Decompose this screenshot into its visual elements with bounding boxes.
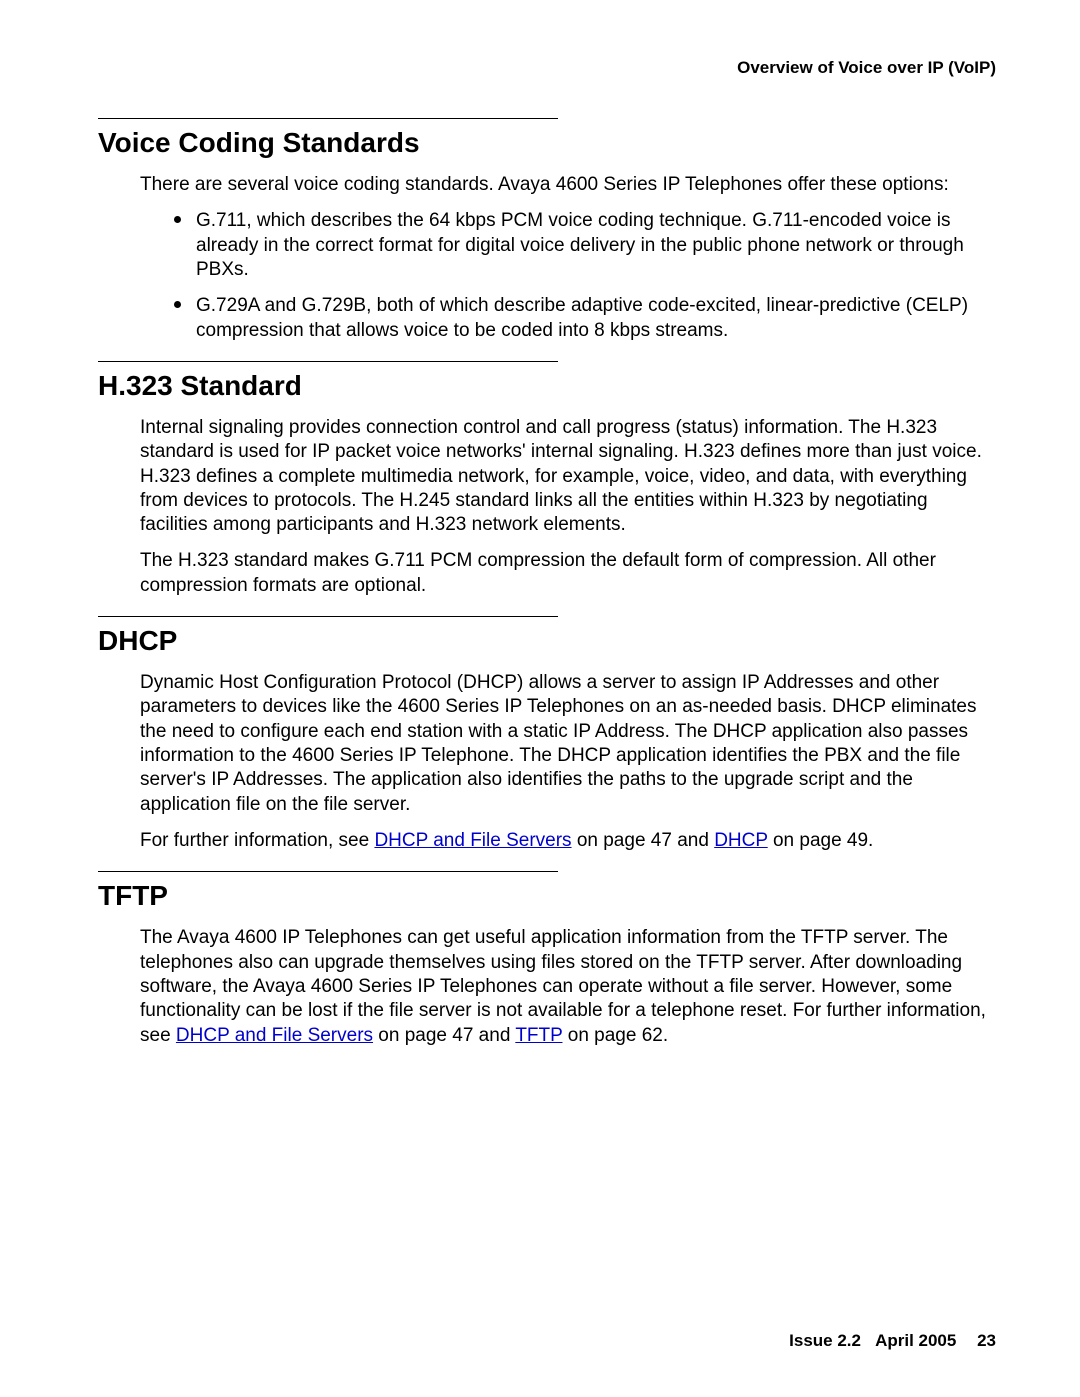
link-dhcp[interactable]: DHCP [714, 830, 768, 851]
paragraph: For further information, see DHCP and Fi… [140, 829, 996, 853]
paragraph: The Avaya 4600 IP Telephones can get use… [140, 926, 996, 1048]
text-run: on page 47 and [373, 1025, 515, 1046]
document-page: Overview of Voice over IP (VoIP) Voice C… [0, 0, 1080, 1397]
link-tftp[interactable]: TFTP [515, 1025, 562, 1046]
section-body: Dynamic Host Configuration Protocol (DHC… [140, 671, 996, 853]
section-body: Internal signaling provides connection c… [140, 416, 996, 598]
paragraph: There are several voice coding standards… [140, 173, 996, 197]
paragraph: Dynamic Host Configuration Protocol (DHC… [140, 671, 996, 817]
footer-page-number: 23 [977, 1331, 996, 1350]
page-footer: Issue 2.2 April 2005 23 [789, 1331, 996, 1351]
paragraph: The H.323 standard makes G.711 PCM compr… [140, 549, 996, 598]
footer-issue: Issue 2.2 [789, 1331, 861, 1350]
heading-dhcp: DHCP [98, 625, 996, 657]
section-body: The Avaya 4600 IP Telephones can get use… [140, 926, 996, 1048]
section-divider [98, 118, 558, 119]
section-divider [98, 361, 558, 362]
text-run: on page 47 and [572, 830, 715, 851]
heading-voice-coding: Voice Coding Standards [98, 127, 996, 159]
text-run: on page 62. [562, 1025, 668, 1046]
text-run: on page 49. [768, 830, 874, 851]
footer-date: April 2005 [875, 1331, 956, 1350]
list-item: G.729A and G.729B, both of which describ… [174, 294, 996, 343]
text-run: For further information, see [140, 830, 374, 851]
heading-tftp: TFTP [98, 880, 996, 912]
link-dhcp-file-servers[interactable]: DHCP and File Servers [374, 830, 571, 851]
section-body: There are several voice coding standards… [140, 173, 996, 343]
bullet-list: G.711, which describes the 64 kbps PCM v… [174, 209, 996, 343]
section-divider [98, 616, 558, 617]
link-dhcp-file-servers[interactable]: DHCP and File Servers [176, 1025, 373, 1046]
running-header: Overview of Voice over IP (VoIP) [98, 58, 996, 78]
list-item: G.711, which describes the 64 kbps PCM v… [174, 209, 996, 282]
paragraph: Internal signaling provides connection c… [140, 416, 996, 538]
heading-h323: H.323 Standard [98, 370, 996, 402]
section-divider [98, 871, 558, 872]
